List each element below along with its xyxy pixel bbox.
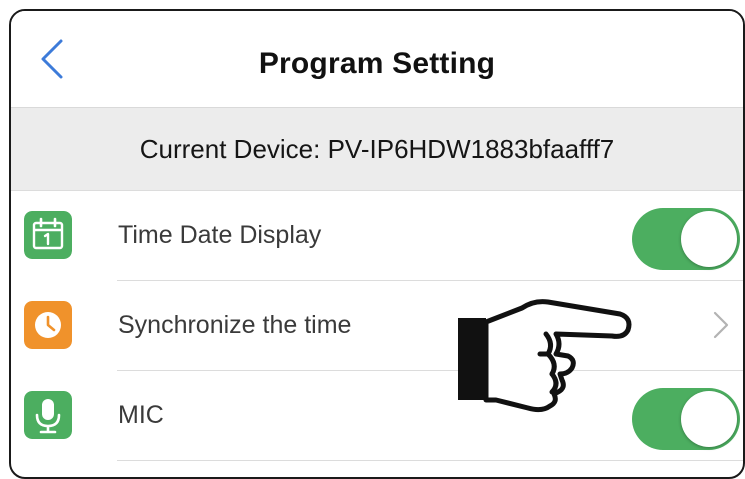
pointing-hand-icon	[458, 299, 632, 413]
calendar-icon	[24, 211, 72, 259]
row-divider	[117, 460, 743, 461]
nav-bar: Program Setting	[11, 11, 743, 108]
page-title: Program Setting	[258, 47, 496, 80]
clock-icon	[24, 301, 72, 349]
current-device-bar: Current Device: PV-IP6HDW1883bfaafff7	[11, 108, 743, 191]
microphone-icon	[24, 391, 72, 439]
current-device-label: Current Device: PV-IP6HDW1883bfaafff7	[139, 134, 615, 164]
settings-row-time-date-display: Time Date Display	[11, 191, 743, 281]
synchronize-time-label: Synchronize the time	[118, 311, 352, 339]
toggle-knob	[681, 391, 737, 447]
time-date-display-toggle[interactable]	[632, 208, 740, 270]
mic-toggle[interactable]	[632, 388, 740, 450]
mic-label: MIC	[118, 401, 164, 429]
time-date-display-label: Time Date Display	[118, 221, 322, 249]
chevron-right-icon	[713, 311, 729, 339]
toggle-knob	[681, 211, 737, 267]
